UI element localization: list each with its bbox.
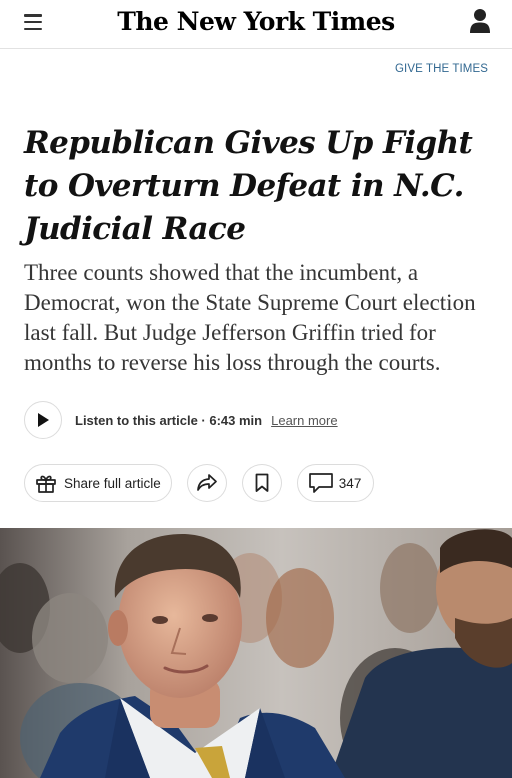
play-icon [38, 413, 49, 427]
lead-photo-illustration [0, 528, 512, 778]
play-button[interactable] [24, 401, 62, 439]
gift-icon [36, 475, 56, 493]
learn-more-link[interactable]: Learn more [271, 413, 337, 428]
share-full-article-button[interactable]: Share full article [24, 464, 172, 502]
audio-player: Listen to this article · 6:43 min Learn … [24, 400, 338, 440]
article-headline: Republican Gives Up Fight to Overturn De… [24, 125, 473, 247]
account-icon[interactable] [470, 8, 490, 34]
bookmark-icon [255, 473, 269, 492]
give-the-times-link[interactable]: GIVE THE TIMES [395, 63, 488, 75]
share-arrow-icon [196, 474, 217, 491]
article-actions: Share full article 347 [24, 463, 375, 503]
share-button[interactable] [186, 464, 227, 502]
top-bar: The New York Times [0, 0, 512, 49]
article-lead-photo [0, 528, 512, 778]
listen-label: Listen to this article · 6:43 min [75, 412, 263, 428]
masthead-logo[interactable]: The New York Times [0, 2, 512, 42]
comment-icon [308, 473, 333, 493]
comment-count: 347 [338, 475, 362, 491]
comments-button[interactable]: 347 [296, 464, 375, 502]
save-button[interactable] [241, 464, 282, 502]
article-summary: Three counts showed that the incumbent, … [24, 260, 476, 375]
share-full-article-label: Share full article [64, 475, 161, 491]
